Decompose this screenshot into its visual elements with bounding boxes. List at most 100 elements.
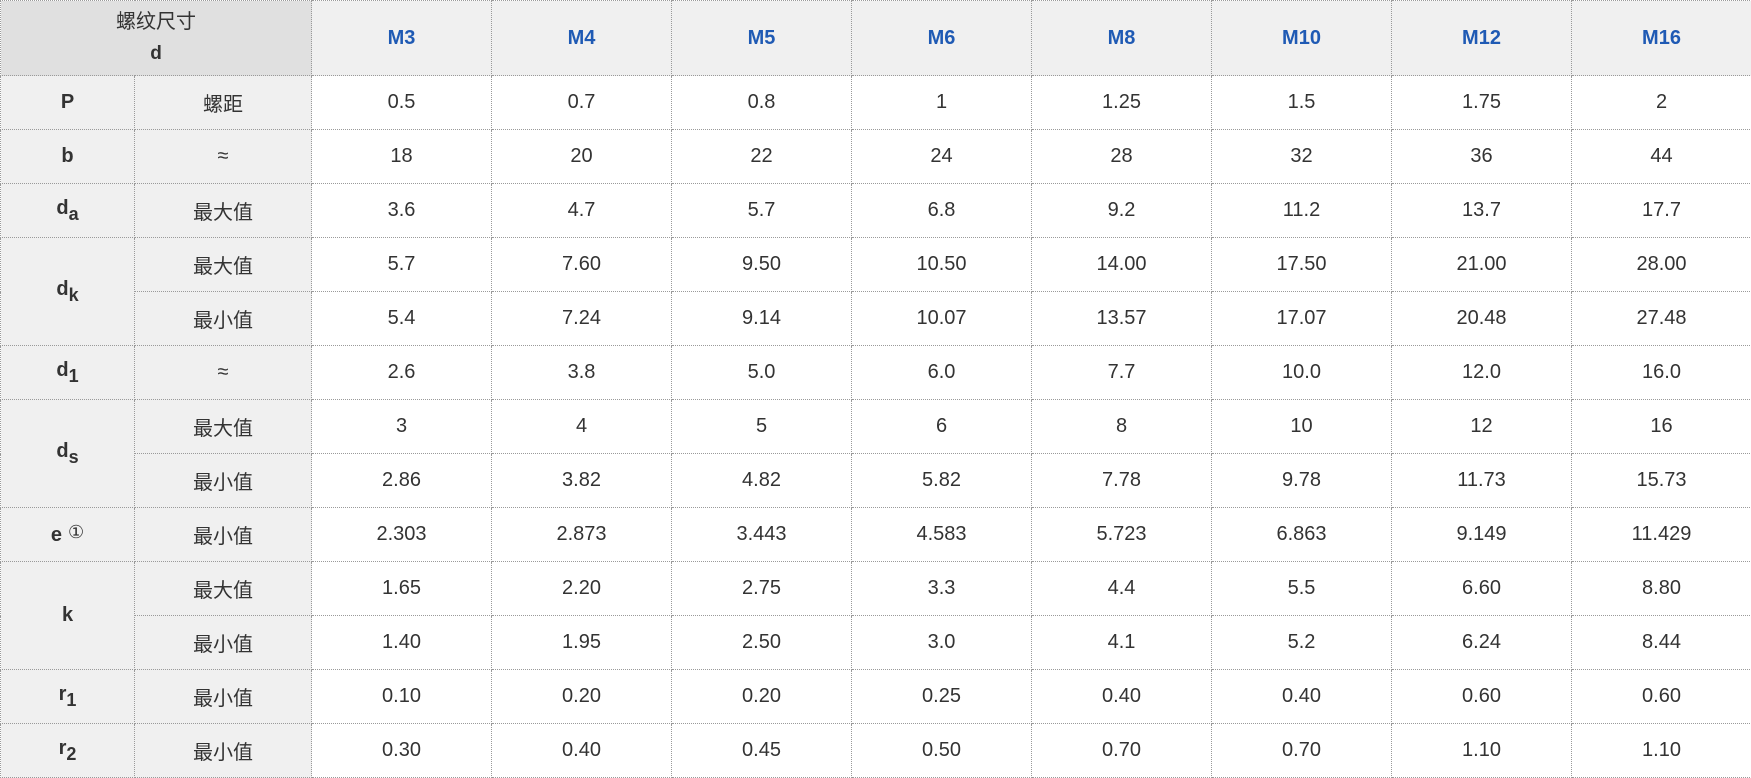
- value-cell: 2.303: [312, 508, 492, 562]
- value-cell: 36: [1392, 130, 1572, 184]
- value-cell: 5.4: [312, 292, 492, 346]
- description-cell: 最小值: [135, 616, 312, 670]
- value-cell: 1.75: [1392, 76, 1572, 130]
- value-cell: 1: [852, 76, 1032, 130]
- thread-size-label: 螺纹尺寸: [1, 6, 311, 38]
- value-cell: 13.7: [1392, 184, 1572, 238]
- value-cell: 0.5: [312, 76, 492, 130]
- symbol-cell: dk: [1, 238, 135, 346]
- value-cell: 10.50: [852, 238, 1032, 292]
- value-cell: 3.443: [672, 508, 852, 562]
- symbol-subscript: s: [69, 447, 79, 467]
- value-cell: 4.4: [1032, 562, 1212, 616]
- value-cell: 2.86: [312, 454, 492, 508]
- value-cell: 6.24: [1392, 616, 1572, 670]
- symbol-text: P: [61, 91, 74, 113]
- value-cell: 12.0: [1392, 346, 1572, 400]
- value-cell: 14.00: [1032, 238, 1212, 292]
- size-header-m3: M3: [312, 1, 492, 76]
- value-cell: 1.10: [1392, 724, 1572, 778]
- value-cell: 0.40: [1032, 670, 1212, 724]
- value-cell: 15.73: [1572, 454, 1751, 508]
- value-cell: 0.8: [672, 76, 852, 130]
- value-cell: 17.7: [1572, 184, 1751, 238]
- table-row: 最小值5.47.249.1410.0713.5717.0720.4827.48: [1, 292, 1751, 346]
- value-cell: 0.60: [1392, 670, 1572, 724]
- value-cell: 4.7: [492, 184, 672, 238]
- value-cell: 2: [1572, 76, 1751, 130]
- value-cell: 7.60: [492, 238, 672, 292]
- symbol-subscript: 2: [66, 744, 76, 764]
- symbol-cell: da: [1, 184, 135, 238]
- table-row: k最大值1.652.202.753.34.45.56.608.80: [1, 562, 1751, 616]
- value-cell: 3: [312, 400, 492, 454]
- value-cell: 1.95: [492, 616, 672, 670]
- description-cell: 最大值: [135, 184, 312, 238]
- value-cell: 2.20: [492, 562, 672, 616]
- value-cell: 22: [672, 130, 852, 184]
- value-cell: 0.20: [672, 670, 852, 724]
- symbol-text: d: [56, 359, 68, 381]
- value-cell: 3.82: [492, 454, 672, 508]
- value-cell: 9.50: [672, 238, 852, 292]
- value-cell: 20.48: [1392, 292, 1572, 346]
- symbol-subscript: k: [69, 285, 79, 305]
- value-cell: 2.6: [312, 346, 492, 400]
- value-cell: 5.0: [672, 346, 852, 400]
- value-cell: 5.7: [672, 184, 852, 238]
- thread-size-symbol: d: [1, 38, 311, 70]
- size-header-m5: M5: [672, 1, 852, 76]
- value-cell: 4: [492, 400, 672, 454]
- table-row: 最小值2.863.824.825.827.789.7811.7315.73: [1, 454, 1751, 508]
- table-row: P螺距0.50.70.811.251.51.752: [1, 76, 1751, 130]
- value-cell: 4.583: [852, 508, 1032, 562]
- description-cell: 最小值: [135, 454, 312, 508]
- value-cell: 0.70: [1032, 724, 1212, 778]
- description-cell: 最小值: [135, 292, 312, 346]
- symbol-text: d: [56, 440, 68, 462]
- value-cell: 0.50: [852, 724, 1032, 778]
- value-cell: 0.45: [672, 724, 852, 778]
- value-cell: 28: [1032, 130, 1212, 184]
- size-header-m4: M4: [492, 1, 672, 76]
- value-cell: 5.723: [1032, 508, 1212, 562]
- value-cell: 1.10: [1572, 724, 1751, 778]
- value-cell: 4.1: [1032, 616, 1212, 670]
- value-cell: 11.2: [1212, 184, 1392, 238]
- value-cell: 5.7: [312, 238, 492, 292]
- value-cell: 1.5: [1212, 76, 1392, 130]
- symbol-cell: r1: [1, 670, 135, 724]
- size-header-m8: M8: [1032, 1, 1212, 76]
- description-cell: 最小值: [135, 508, 312, 562]
- dimension-table: 螺纹尺寸 d M3 M4 M5 M6 M8 M10 M12 M16 P螺距0.5…: [0, 0, 1751, 778]
- value-cell: 3.0: [852, 616, 1032, 670]
- value-cell: 2.873: [492, 508, 672, 562]
- size-header-m16: M16: [1572, 1, 1751, 76]
- value-cell: 9.2: [1032, 184, 1212, 238]
- symbol-cell: k: [1, 562, 135, 670]
- value-cell: 8: [1032, 400, 1212, 454]
- value-cell: 3.8: [492, 346, 672, 400]
- value-cell: 7.78: [1032, 454, 1212, 508]
- value-cell: 0.60: [1572, 670, 1751, 724]
- table-row: r1最小值0.100.200.200.250.400.400.600.60: [1, 670, 1751, 724]
- value-cell: 11.429: [1572, 508, 1751, 562]
- size-header-m6: M6: [852, 1, 1032, 76]
- value-cell: 5.82: [852, 454, 1032, 508]
- symbol-cell: ds: [1, 400, 135, 508]
- value-cell: 5: [672, 400, 852, 454]
- value-cell: 9.14: [672, 292, 852, 346]
- value-cell: 44: [1572, 130, 1751, 184]
- table-row: ds最大值34568101216: [1, 400, 1751, 454]
- footnote-marker: ①: [68, 522, 84, 542]
- value-cell: 2.75: [672, 562, 852, 616]
- value-cell: 28.00: [1572, 238, 1751, 292]
- symbol-cell: b: [1, 130, 135, 184]
- value-cell: 8.80: [1572, 562, 1751, 616]
- value-cell: 17.07: [1212, 292, 1392, 346]
- value-cell: 6.0: [852, 346, 1032, 400]
- value-cell: 6.60: [1392, 562, 1572, 616]
- value-cell: 3.3: [852, 562, 1032, 616]
- value-cell: 0.40: [492, 724, 672, 778]
- symbol-subscript: a: [69, 204, 79, 224]
